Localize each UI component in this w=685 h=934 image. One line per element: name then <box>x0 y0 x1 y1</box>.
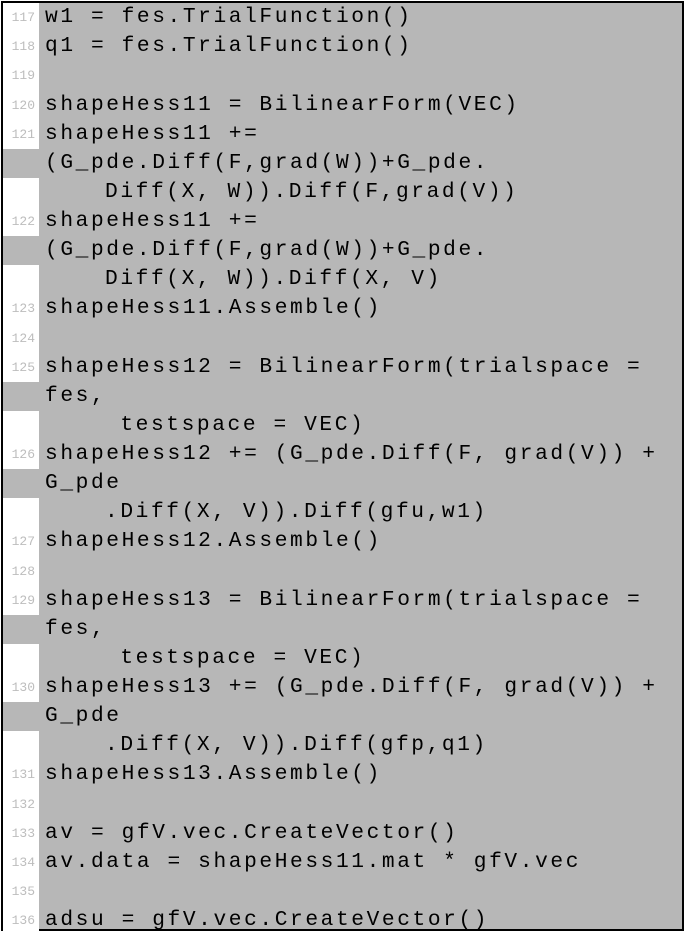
code-line: 132 <box>3 790 682 819</box>
code-text: shapeHess12.Assemble() <box>39 527 682 556</box>
code-line: 129shapeHess13 = BilinearForm(trialspace… <box>3 586 682 644</box>
line-number: 117 <box>3 3 39 32</box>
line-number: 133 <box>3 819 39 848</box>
code-text: Diff(X, W)).Diff(F,grad(V)) <box>39 178 682 207</box>
line-number: 126 <box>3 440 39 469</box>
code-text: shapeHess13 += (G_pde.Diff(F, grad(V)) +… <box>39 673 682 731</box>
code-listing: 117w1 = fes.TrialFunction()118q1 = fes.T… <box>1 1 684 931</box>
line-number: 134 <box>3 848 39 877</box>
line-number: 128 <box>3 557 39 586</box>
code-line: 117w1 = fes.TrialFunction() <box>3 3 682 32</box>
code-line: 123shapeHess11.Assemble() <box>3 294 682 323</box>
code-text: q1 = fes.TrialFunction() <box>39 32 682 61</box>
line-number-blank <box>3 265 39 294</box>
line-number: 132 <box>3 790 39 819</box>
code-text: Diff(X, W)).Diff(X, V) <box>39 265 682 294</box>
code-line: 133av = gfV.vec.CreateVector() <box>3 819 682 848</box>
line-number: 125 <box>3 353 39 382</box>
code-line: 121shapeHess11 += (G_pde.Diff(F,grad(W))… <box>3 120 682 178</box>
code-text: shapeHess12 += (G_pde.Diff(F, grad(V)) +… <box>39 440 682 498</box>
line-number-blank <box>3 411 39 440</box>
code-line-continuation: Diff(X, W)).Diff(F,grad(V)) <box>3 178 682 207</box>
code-text: shapeHess11 += (G_pde.Diff(F,grad(W))+G_… <box>39 207 682 265</box>
code-line-continuation: testspace = VEC) <box>3 411 682 440</box>
code-text: shapeHess13 = BilinearForm(trialspace = … <box>39 586 682 644</box>
code-text: adsu = gfV.vec.CreateVector() <box>39 906 682 934</box>
line-number-blank <box>3 498 39 527</box>
code-line: 130shapeHess13 += (G_pde.Diff(F, grad(V)… <box>3 673 682 731</box>
code-line-continuation: Diff(X, W)).Diff(X, V) <box>3 265 682 294</box>
code-text: av = gfV.vec.CreateVector() <box>39 819 682 848</box>
code-line: 122shapeHess11 += (G_pde.Diff(F,grad(W))… <box>3 207 682 265</box>
code-text: testspace = VEC) <box>39 644 682 673</box>
line-number-blank <box>3 178 39 207</box>
code-text: .Diff(X, V)).Diff(gfp,q1) <box>39 731 682 760</box>
line-number: 131 <box>3 760 39 789</box>
code-text: shapeHess12 = BilinearForm(trialspace = … <box>39 353 682 411</box>
line-number: 119 <box>3 61 39 90</box>
line-number: 127 <box>3 527 39 556</box>
line-number: 129 <box>3 586 39 615</box>
line-number-blank <box>3 731 39 760</box>
code-text: testspace = VEC) <box>39 411 682 440</box>
line-number-blank <box>3 644 39 673</box>
code-text: shapeHess11 = BilinearForm(VEC) <box>39 91 682 120</box>
code-line: 120shapeHess11 = BilinearForm(VEC) <box>3 91 682 120</box>
code-text: .Diff(X, V)).Diff(gfu,w1) <box>39 498 682 527</box>
code-line-continuation: testspace = VEC) <box>3 644 682 673</box>
code-line-continuation: .Diff(X, V)).Diff(gfp,q1) <box>3 731 682 760</box>
code-line: 124 <box>3 324 682 353</box>
code-line: 135 <box>3 877 682 906</box>
line-number: 136 <box>3 906 39 934</box>
code-line: 131shapeHess13.Assemble() <box>3 760 682 789</box>
line-number: 122 <box>3 207 39 236</box>
code-line: 128 <box>3 557 682 586</box>
code-line: 126shapeHess12 += (G_pde.Diff(F, grad(V)… <box>3 440 682 498</box>
code-line: 118q1 = fes.TrialFunction() <box>3 32 682 61</box>
line-number: 130 <box>3 673 39 702</box>
code-line: 125shapeHess12 = BilinearForm(trialspace… <box>3 353 682 411</box>
line-number: 135 <box>3 877 39 906</box>
code-line: 119 <box>3 61 682 90</box>
code-line: 127shapeHess12.Assemble() <box>3 527 682 556</box>
code-line: 134av.data = shapeHess11.mat * gfV.vec <box>3 848 682 877</box>
code-line: 136adsu = gfV.vec.CreateVector() <box>3 906 682 934</box>
code-text: shapeHess11.Assemble() <box>39 294 682 323</box>
line-number: 124 <box>3 324 39 353</box>
code-text: w1 = fes.TrialFunction() <box>39 3 682 32</box>
line-number: 121 <box>3 120 39 149</box>
line-number: 120 <box>3 91 39 120</box>
code-text: shapeHess11 += (G_pde.Diff(F,grad(W))+G_… <box>39 120 682 178</box>
line-number: 118 <box>3 32 39 61</box>
line-number: 123 <box>3 294 39 323</box>
code-text: av.data = shapeHess11.mat * gfV.vec <box>39 848 682 877</box>
code-line-continuation: .Diff(X, V)).Diff(gfu,w1) <box>3 498 682 527</box>
code-text: shapeHess13.Assemble() <box>39 760 682 789</box>
